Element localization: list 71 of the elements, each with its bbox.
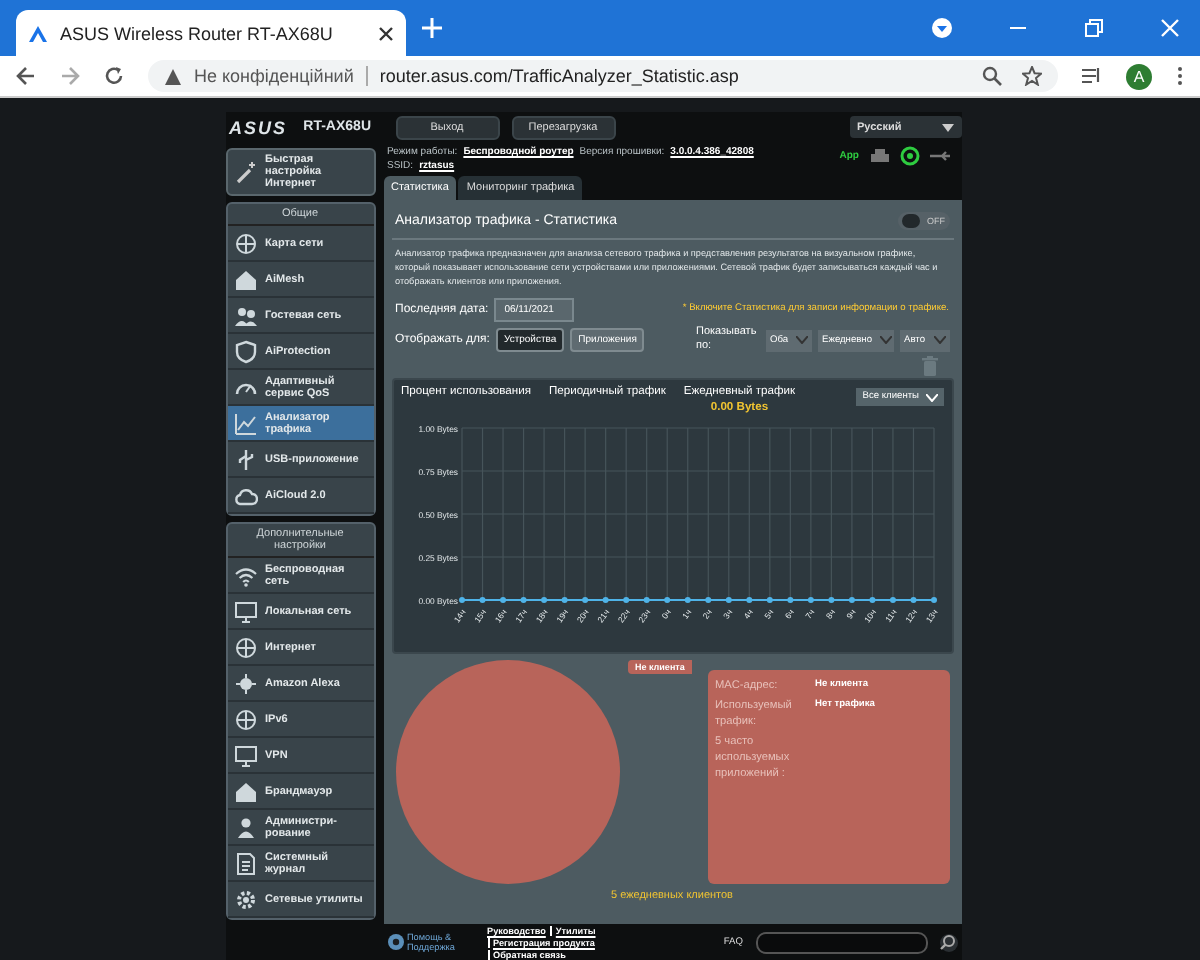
house-icon — [233, 267, 257, 291]
cloud-icon — [233, 483, 257, 507]
security-label: Не конфіденційний — [194, 66, 368, 86]
data-point — [663, 597, 670, 603]
data-point — [765, 597, 772, 603]
document-icon — [233, 851, 257, 875]
wifi-icon — [233, 563, 257, 587]
faq-search-field[interactable] — [755, 931, 927, 953]
monitor-icon — [233, 599, 257, 623]
close-icon — [1160, 18, 1180, 38]
wand-icon — [233, 160, 257, 184]
data-point — [622, 597, 629, 603]
brand-logo: ASUS — [229, 117, 288, 137]
close-icon — [378, 25, 394, 41]
caret-icon — [879, 336, 892, 344]
data-point — [786, 597, 793, 603]
data-point — [909, 597, 916, 603]
data-point — [868, 597, 875, 603]
data-point — [519, 597, 526, 603]
star-icon — [1022, 66, 1042, 86]
globe-icon — [233, 231, 257, 255]
search-button[interactable] — [939, 933, 957, 951]
data-point — [499, 597, 506, 603]
trash-icon — [921, 356, 937, 376]
help-icon — [387, 934, 403, 950]
data-point — [888, 597, 895, 603]
data-point — [806, 597, 813, 603]
data-point — [560, 597, 567, 603]
connection-icon — [899, 146, 919, 166]
data-point — [745, 597, 752, 603]
playlist-icon — [1082, 66, 1102, 86]
address-field[interactable]: Не конфіденційний router.asus.com/TrafficAnalyzer_Statistic.asp — [148, 60, 1058, 92]
data-point — [827, 597, 834, 603]
data-point — [704, 597, 711, 603]
data-point — [642, 597, 649, 603]
data-point — [683, 597, 690, 603]
back-arrow-icon — [16, 66, 36, 86]
gear-icon — [233, 887, 257, 911]
avatar[interactable]: A — [1126, 63, 1152, 89]
chart-icon — [233, 411, 257, 435]
data-point — [478, 597, 485, 603]
person-icon — [233, 815, 257, 839]
zoom-icon — [982, 66, 1002, 86]
data-point — [581, 597, 588, 603]
caret-icon — [933, 336, 945, 344]
house-icon — [233, 779, 257, 803]
data-point — [847, 597, 854, 603]
url-text: router.asus.com/TrafficAnalyzer_Statistic.asp — [379, 66, 739, 86]
monitor-icon — [233, 743, 257, 767]
caret-icon — [941, 123, 953, 131]
caret-icon — [925, 393, 937, 401]
data-point — [724, 597, 731, 603]
forward-arrow-icon — [60, 66, 80, 86]
group-icon — [233, 303, 257, 327]
caret-icon — [796, 336, 809, 344]
shield-icon — [233, 339, 257, 363]
reload-icon — [104, 66, 124, 86]
triangle-logo-icon — [28, 23, 48, 43]
data-point — [540, 597, 547, 603]
dropdown-icon — [932, 18, 952, 38]
data-point — [458, 597, 464, 603]
globe-icon — [233, 707, 257, 731]
printer-icon — [869, 147, 889, 165]
new-tab-icon — [422, 18, 442, 38]
data-point — [601, 597, 608, 603]
warning-icon — [164, 67, 182, 85]
globe-icon — [233, 635, 257, 659]
more-menu-icon — [1176, 66, 1184, 86]
browser-tab[interactable]: ASUS Wireless Router RT-AX68U — [16, 10, 406, 56]
restore-icon — [1084, 18, 1104, 38]
data-point — [930, 597, 936, 603]
